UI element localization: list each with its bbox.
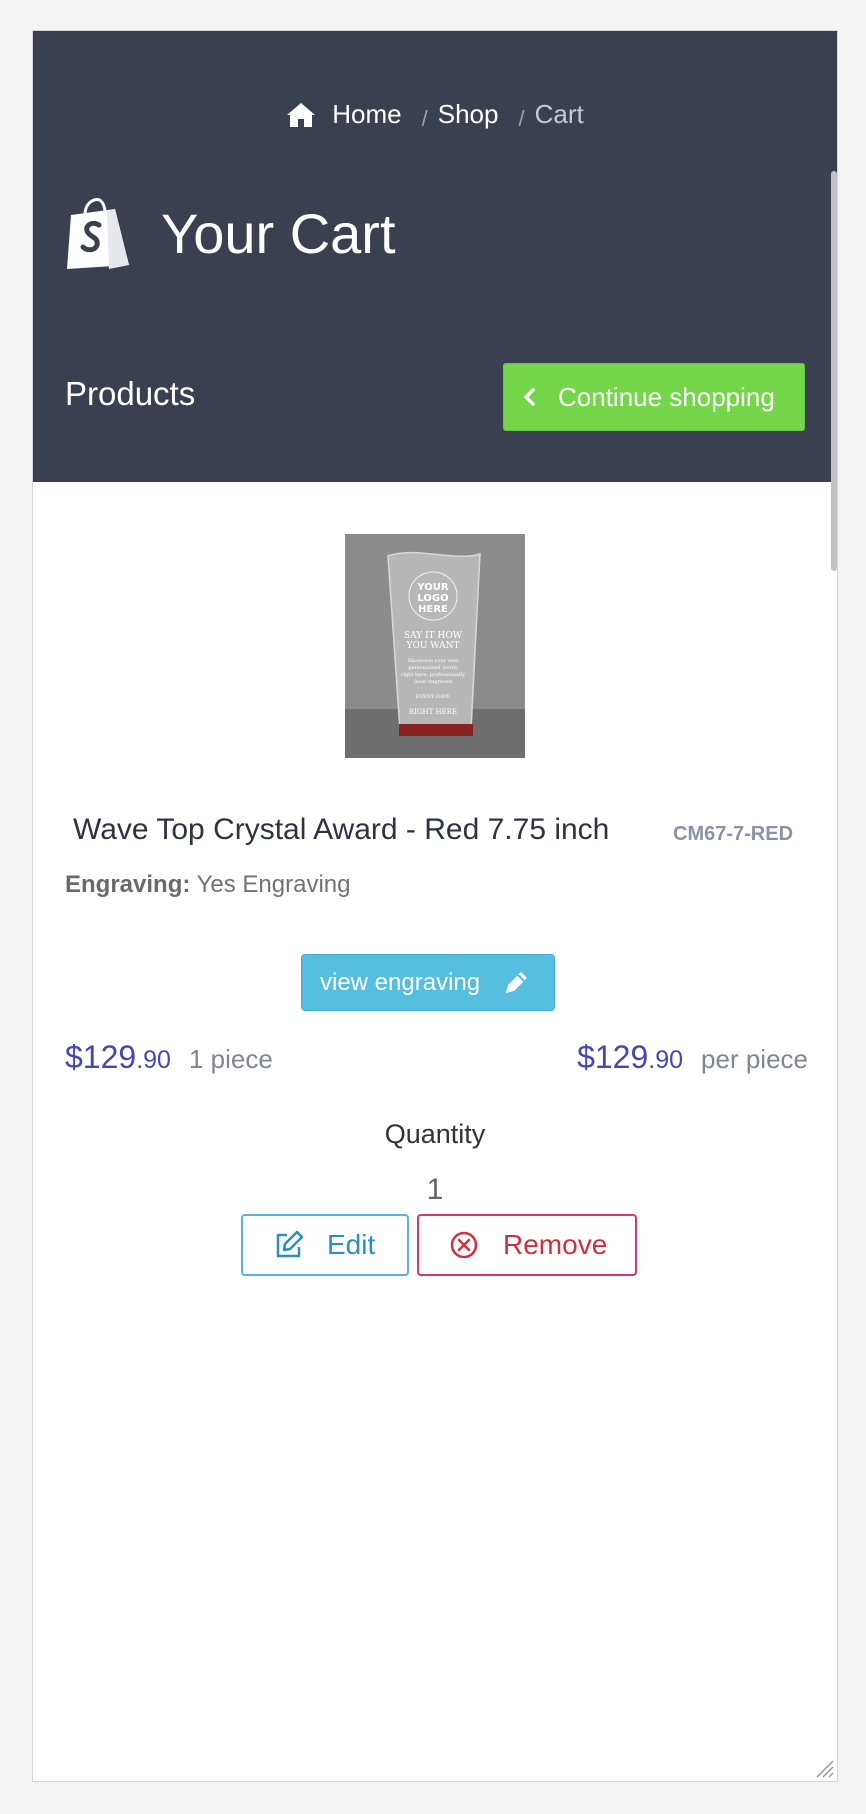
products-heading: Products xyxy=(65,375,196,412)
breadcrumb-home-link[interactable]: Home xyxy=(286,99,402,130)
view-engraving-button[interactable]: view engraving xyxy=(301,954,555,1011)
unit-price-label: per piece xyxy=(701,1044,808,1074)
product-image[interactable]: YOUR LOGO HERE SAY IT HOW YOU WANT Showc… xyxy=(345,534,525,758)
scrollbar[interactable] xyxy=(831,171,837,571)
product-image-text: RIGHT HERE xyxy=(409,708,457,716)
product-image-text: LOGO xyxy=(417,593,448,604)
breadcrumb-separator: / xyxy=(421,105,428,131)
quantity-value: 1 xyxy=(426,1173,444,1206)
breadcrumb: Home / Shop / Cart xyxy=(33,99,837,131)
page-title: Your Cart xyxy=(161,201,396,265)
continue-shopping-button[interactable]: Continue shopping xyxy=(503,363,805,431)
product-image-text: YOU WANT xyxy=(406,641,460,651)
line-total-cents: .90 xyxy=(136,1046,171,1074)
view-engraving-label: view engraving xyxy=(320,968,481,996)
close-circle-icon xyxy=(450,1231,478,1259)
breadcrumb-separator: / xyxy=(518,105,525,131)
cart-page: Home / Shop / Cart Your Cart Products Co… xyxy=(32,30,838,1782)
product-image-text: YOUR xyxy=(416,582,449,593)
product-image-text: personalized words xyxy=(408,665,458,671)
edit-button[interactable]: Edit xyxy=(241,1214,409,1276)
line-total-dollars: $129 xyxy=(65,1039,137,1075)
breadcrumb-home-label: Home xyxy=(332,99,402,129)
edit-label: Edit xyxy=(327,1229,376,1260)
unit-price: $129 .90 per piece xyxy=(577,1039,808,1076)
product-image-text: laser engraved xyxy=(414,679,453,685)
product-image-text: HERE xyxy=(418,604,448,615)
engraving-info: Engraving: Yes Engraving xyxy=(65,871,350,899)
chevron-left-icon xyxy=(523,388,535,406)
quantity-label: Quantity xyxy=(384,1119,486,1149)
cart-header: Home / Shop / Cart Your Cart Products Co… xyxy=(33,31,837,482)
breadcrumb-current: Cart xyxy=(534,99,584,129)
shopify-bag-icon xyxy=(67,198,129,270)
breadcrumb-shop-link[interactable]: Shop xyxy=(438,99,499,130)
brand: Your Cart xyxy=(63,163,396,303)
product-image-text: right here, professionally xyxy=(401,672,465,678)
engraving-value: Yes Engraving xyxy=(196,871,351,898)
product-image-text: SAY IT HOW xyxy=(404,631,463,641)
unit-price-cents: .90 xyxy=(648,1046,684,1074)
product-name[interactable]: Wave Top Crystal Award - Red 7.75 inch xyxy=(73,813,609,847)
unit-price-dollars: $129 xyxy=(577,1039,649,1075)
line-total-quantity: 1 piece xyxy=(188,1044,273,1074)
product-sku: CM67-7-RED xyxy=(673,823,794,845)
remove-button[interactable]: Remove xyxy=(417,1214,637,1276)
line-total: $129 .90 1 piece xyxy=(65,1039,273,1076)
continue-shopping-label: Continue shopping xyxy=(558,381,775,412)
engraving-label: Engraving: xyxy=(65,871,191,898)
edit-icon xyxy=(276,1230,303,1258)
remove-label: Remove xyxy=(503,1229,608,1260)
home-icon xyxy=(287,102,316,127)
product-image-text: EVENT DATE xyxy=(416,694,451,700)
pencil-icon xyxy=(506,971,528,993)
resize-grip-icon[interactable] xyxy=(811,1755,835,1779)
product-image-text: Showcase your own xyxy=(408,658,459,664)
